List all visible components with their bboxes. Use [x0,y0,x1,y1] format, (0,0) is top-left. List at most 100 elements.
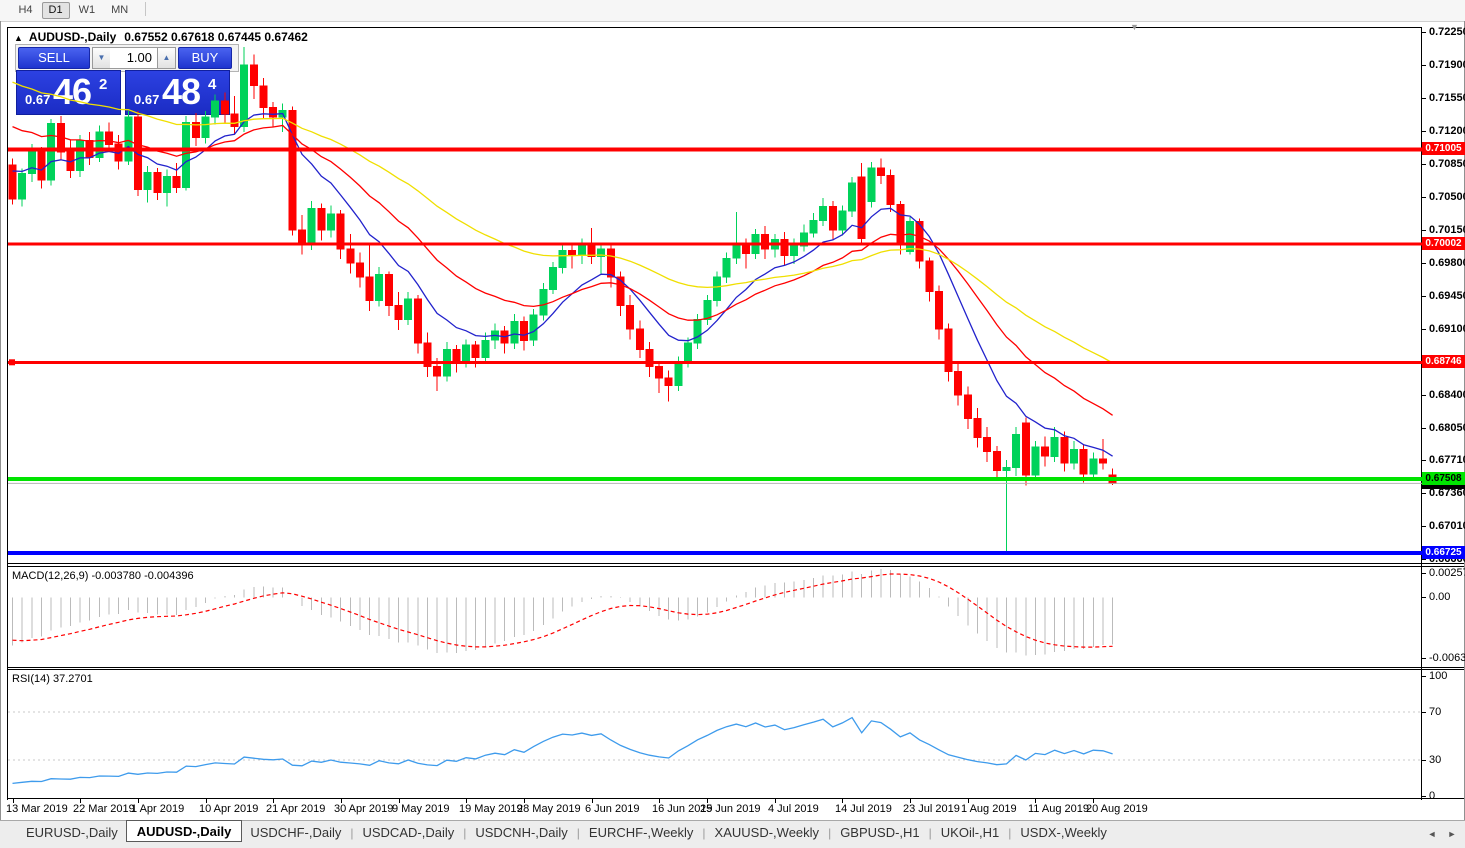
tab-scroll-right-button[interactable]: ► [1444,827,1460,841]
candle-body [1041,446,1049,457]
rsi-label: RSI(14) 37.2701 [12,673,93,685]
timeframe-button-d1[interactable]: D1 [41,2,70,19]
timeframe-button-mn[interactable]: MN [104,2,135,19]
time-axis-label: 22 Mar 2019 [73,803,135,815]
candle-body [606,248,615,278]
macd-panel-canvas[interactable] [8,566,1422,667]
candle-body [1031,446,1040,476]
macd-axis-label: 0.002574 [1429,567,1465,579]
chart-tab-eurchf-weekly[interactable]: EURCHF-,Weekly [581,821,702,843]
candle-body [317,207,326,231]
chart-tab-usdchf-daily[interactable]: USDCHF-,Daily [242,821,349,843]
time-axis-label: 14 Jul 2019 [835,803,892,815]
candle-body [539,288,548,316]
price-axis-tick [1421,32,1426,33]
candle-body [471,344,480,358]
candle-body [375,273,384,302]
tab-separator: | [576,826,580,840]
candle-body [153,172,162,193]
candle-body [857,176,866,239]
candle-body [1070,449,1078,464]
price-axis-label: 0.69450 [1429,290,1465,302]
candle-body [211,100,220,118]
candle-body [105,131,113,145]
candle-body [529,314,538,341]
price-chart-canvas[interactable] [8,28,1422,563]
line-anchor-marker[interactable] [9,359,15,366]
candle-body [307,207,316,243]
timeframe-button-w1[interactable]: W1 [72,2,103,19]
price-axis-tick [1421,559,1426,560]
candle-body [674,361,683,387]
timeframe-button-h4[interactable]: H4 [11,2,39,19]
candle-body [76,139,84,172]
tab-separator: | [702,826,706,840]
time-axis-label: 19 May 2019 [459,803,523,815]
candle-body [838,210,847,231]
candle-body [326,213,335,231]
candle-body [462,344,471,363]
candle-body [27,151,36,175]
tab-separator: | [928,826,932,840]
tab-separator: | [828,826,832,840]
timeframe-toolbar: H4 D1 W1 MN [0,0,1465,22]
price-axis-tick [1421,164,1426,165]
macd-axis-tick [1421,573,1426,574]
rsi-axis-label: 0 [1429,790,1436,802]
candle-body [481,339,490,358]
toolbar-separator [144,1,146,16]
price-level-badge: 0.66725 [1422,546,1465,559]
moving-average-line [12,81,1113,364]
time-axis-label: 21 Apr 2019 [266,803,326,815]
chart-tab-usdx-weekly[interactable]: USDX-,Weekly [1012,821,1114,843]
candle-body [384,273,393,306]
chart-tab-xauusd-weekly[interactable]: XAUUSD-,Weekly [707,821,828,843]
price-axis-tick [1421,526,1426,527]
price-axis-tick [1421,296,1426,297]
time-axis-label: 20 Aug 2019 [1086,803,1148,815]
rsi-axis-label: 70 [1429,706,1442,718]
chart-tab-usdcnh-daily[interactable]: USDCNH-,Daily [467,821,575,843]
price-axis-tick [1421,65,1426,66]
chart-tab-audusd-daily[interactable]: AUDUSD-,Daily [125,820,243,842]
candle-body [404,298,413,320]
time-axis-label: 23 Jul 2019 [903,803,960,815]
candle-body [906,221,914,253]
macd-axis-label: -0.006326 [1429,652,1465,664]
macd-axis-tick [1421,597,1426,598]
price-axis-tick [1421,395,1426,396]
candle-body [819,205,828,221]
price-axis-label: 0.67710 [1429,454,1465,466]
tab-scroll-left-button[interactable]: ◄ [1424,827,1440,841]
candle-body [143,172,152,190]
candle-body [1089,458,1098,475]
time-axis-label: 13 Mar 2019 [6,803,68,815]
candle-body [877,167,885,176]
candle-body [664,377,673,386]
candle-body [790,245,799,256]
price-axis-label: 0.69100 [1429,323,1465,335]
chart-tab-ukoil-h1[interactable]: UKOil-,H1 [933,821,1008,843]
candle-body [896,204,905,245]
price-axis-label: 0.70150 [1429,224,1465,236]
price-axis-tick [1421,493,1426,494]
candle-body [568,250,577,256]
candle-body [510,320,519,344]
price-axis-label: 0.70500 [1429,191,1465,203]
candle-body [925,260,934,292]
rsi-axis-label: 30 [1429,754,1442,766]
candle-body [809,220,818,234]
chart-tab-usdcad-daily[interactable]: USDCAD-,Daily [354,821,462,843]
price-axis-label: 0.67010 [1429,520,1465,532]
price-axis-label: 0.72250 [1429,26,1465,38]
candle-body [848,182,857,212]
candle-body [713,276,721,302]
window-left-edge [0,21,1,848]
time-axis-label: 30 Apr 2019 [334,803,394,815]
candle-body [693,319,702,344]
candle-body [645,349,654,368]
rsi-panel-canvas[interactable] [8,669,1422,798]
chart-tab-gbpusd-h1[interactable]: GBPUSD-,H1 [832,821,927,843]
macd-divider-top [7,563,1465,564]
chart-tab-eurusd-daily[interactable]: EURUSD-,Daily [18,821,126,843]
